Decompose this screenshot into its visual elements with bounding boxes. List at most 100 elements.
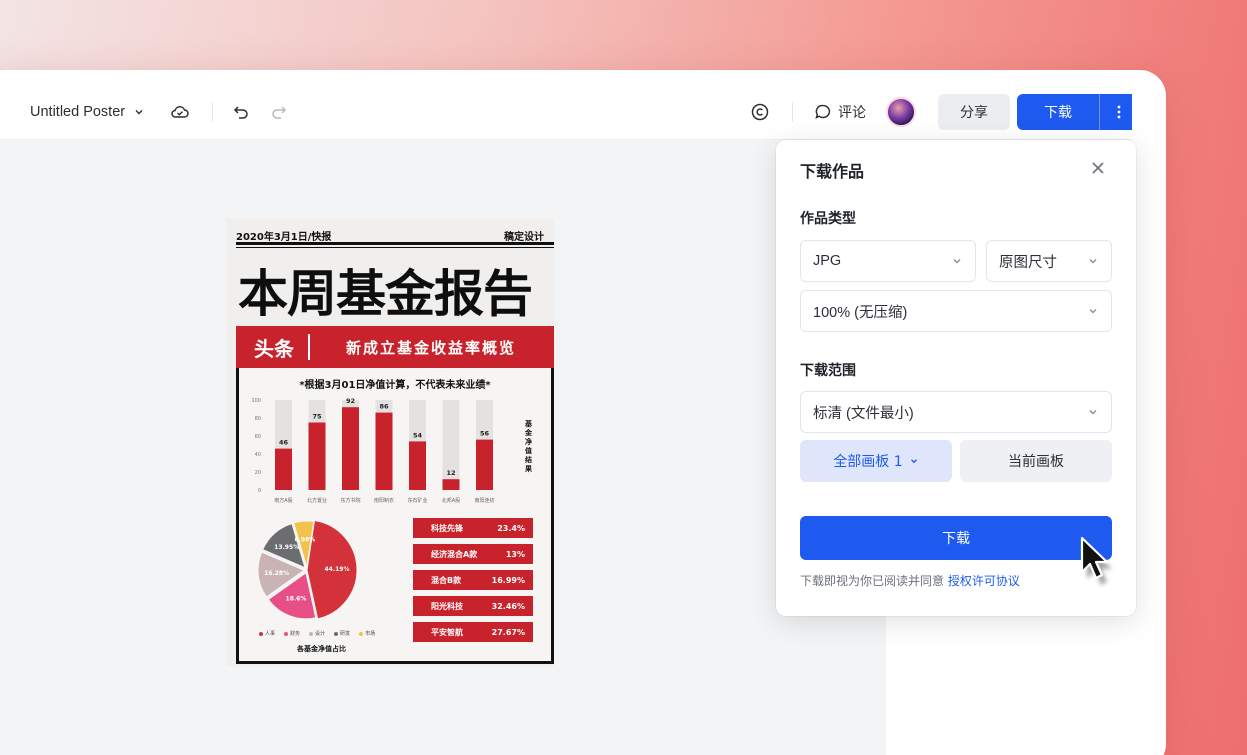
fund-value: 27.67% (491, 627, 525, 637)
poster-rule (236, 242, 554, 245)
close-icon[interactable] (1088, 158, 1108, 178)
bar (342, 407, 359, 490)
comment-label: 评论 (838, 105, 866, 121)
download-split-button: 下载 (1017, 94, 1132, 130)
comment-icon (814, 103, 832, 121)
fund-name: 阳光科技 (431, 601, 463, 611)
fund-name: 经济混合A款 (431, 549, 478, 559)
pie-slice-label: 16.28% (264, 570, 289, 577)
toolbar-divider (212, 102, 213, 122)
poster-title: 本周基金报告 (238, 264, 533, 323)
document-title-menu[interactable]: Untitled Poster (30, 84, 145, 140)
chevron-down-icon (951, 255, 963, 267)
bar (476, 439, 493, 490)
share-button[interactable]: 分享 (938, 94, 1010, 130)
x-tick-label: 东方书院 (340, 497, 360, 504)
pie-legend: 人事 财务 设计 研发 市场 (259, 630, 375, 637)
bar (442, 479, 460, 490)
avatar[interactable] (886, 97, 916, 127)
size-value: 原图尺寸 (999, 254, 1057, 271)
chevron-down-icon (133, 106, 145, 118)
mouse-cursor-icon (1076, 534, 1124, 590)
fund-name: 平安智航 (431, 627, 463, 637)
y-tick-label: 20 (255, 470, 261, 476)
pie-slice-label: 6.98% (294, 536, 315, 543)
confirm-download-button[interactable]: 下载 (800, 516, 1112, 560)
chevron-down-icon (1087, 305, 1099, 317)
format-select[interactable]: JPG (800, 240, 976, 282)
bar (409, 441, 426, 490)
poster-header: 2020年3月1日/快报 稿定设计 (236, 228, 544, 243)
x-tick-label: 南阳连纺 (474, 497, 494, 504)
range-label: 下载范围 (800, 363, 856, 379)
pie-caption: 各基金净值占比 (297, 645, 346, 653)
document-title: Untitled Poster (30, 104, 126, 120)
bar-value-label: 86 (379, 403, 389, 411)
fund-value: 32.46% (491, 601, 525, 611)
bar-value-label: 56 (480, 430, 490, 438)
fund-row: 科技先锋 23.4% (413, 518, 533, 538)
pie-chart: 44.19% 18.6% 16.28% 13.95%6.98% (257, 519, 358, 620)
redo-icon[interactable] (270, 84, 288, 140)
poster-frame: *根据3月01日净值计算，不代表未来业绩* 0 20 40 60 80 100 46 南方A股… (236, 368, 554, 664)
chart-side-label: 基金净值结果 (525, 420, 532, 473)
x-tick-label: 南方A股 (274, 497, 292, 504)
bar-value-label: 46 (279, 439, 289, 447)
all-artboards-tab[interactable]: 全部画板 1 (800, 440, 952, 482)
more-options-icon[interactable] (1100, 104, 1132, 120)
bar-value-label: 92 (346, 397, 355, 405)
toolbar-divider (792, 102, 793, 122)
poster-brand: 稿定设计 (504, 232, 544, 243)
fund-name: 混合B款 (431, 575, 462, 585)
size-select[interactable]: 原图尺寸 (986, 240, 1112, 282)
legend-item: 设计 (309, 630, 325, 637)
type-label: 作品类型 (800, 211, 856, 227)
copyright-icon[interactable] (750, 84, 770, 140)
pie-slice-label: 18.6% (286, 596, 307, 603)
cloud-save-icon[interactable] (170, 84, 190, 140)
bar-value-label: 75 (312, 413, 322, 421)
bar (308, 422, 326, 490)
format-value: JPG (813, 253, 842, 269)
x-tick-label: 北邦A股 (442, 497, 460, 504)
y-tick-label: 0 (258, 488, 261, 494)
undo-icon[interactable] (232, 84, 250, 140)
poster-date: 2020年3月1日/快报 (236, 232, 332, 243)
legend-item: 市场 (359, 630, 375, 637)
fund-name: 科技先锋 (431, 523, 463, 533)
top-toolbar: / Untitled Poster (0, 84, 1132, 140)
fund-value: 13% (505, 549, 525, 559)
poster-rule (236, 247, 554, 248)
pie-slice-label: 13.95% (274, 544, 299, 551)
legend-item: 人事 (259, 630, 275, 637)
legend-item: 研发 (334, 630, 350, 637)
current-artboard-tab[interactable]: 当前画板 (960, 440, 1112, 482)
chevron-down-icon (1087, 406, 1099, 418)
banner-tag: 头条 (254, 336, 294, 361)
bar-value-label: 12 (446, 469, 455, 477)
poster-canvas[interactable]: 2020年3月1日/快报 稿定设计 本周基金报告 头条 新成立基金收益率概览 *… (226, 218, 554, 666)
y-tick-label: 100 (251, 398, 261, 404)
fund-row: 混合B款 16.99% (413, 570, 533, 590)
fund-value: 23.4% (497, 523, 525, 533)
bar-value-label: 54 (413, 431, 423, 439)
banner-divider (308, 334, 310, 360)
quality-select[interactable]: 100% (无压缩) (800, 290, 1112, 332)
comment-button[interactable]: 评论 (814, 84, 866, 140)
license-text: 下载即视为你已阅读并同意 (800, 574, 945, 588)
fund-row: 经济混合A款 13% (413, 544, 533, 564)
bar (275, 448, 292, 490)
license-link[interactable]: 授权许可协议 (948, 574, 1020, 588)
poster-note: *根据3月01日净值计算，不代表未来业绩* (299, 380, 491, 391)
x-tick-label: 南阳制衣 (374, 497, 394, 504)
fund-list: 科技先锋 23.4% 经济混合A款 13% 混合B款 16.99% 阳光科技 32.46… (413, 518, 533, 648)
resolution-value: 标清 (文件最小) (813, 405, 914, 422)
banner-subtitle: 新成立基金收益率概览 (346, 338, 517, 357)
fund-row: 阳光科技 32.46% (413, 596, 533, 616)
legend-item: 财务 (284, 630, 300, 637)
chevron-down-icon (1087, 255, 1099, 267)
y-tick-label: 60 (255, 434, 261, 440)
resolution-select[interactable]: 标清 (文件最小) (800, 391, 1112, 433)
poster-banner: 头条 新成立基金收益率概览 (236, 326, 554, 368)
download-button[interactable]: 下载 (1017, 102, 1099, 122)
